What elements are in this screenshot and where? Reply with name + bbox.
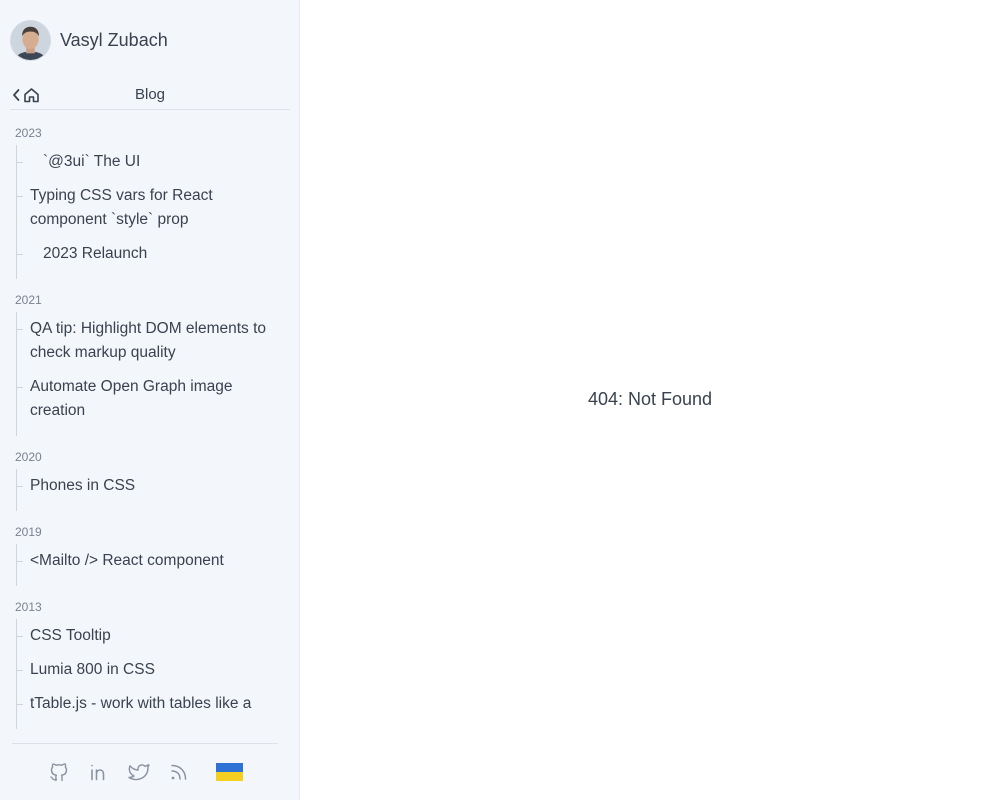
post-link[interactable]: 2023 Relaunch — [17, 237, 299, 271]
profile-link[interactable]: Vasyl Zubach — [10, 20, 168, 61]
post-list: 2023 `@3ui` The UI Typing CSS vars for Rea… — [0, 112, 299, 743]
post-link[interactable]: tTable.js - work with tables like a — [17, 687, 299, 721]
year-label: 2013 — [15, 600, 42, 614]
year-label: 2021 — [15, 293, 42, 307]
year-group: 2023 `@3ui` The UI Typing CSS vars for Rea… — [0, 125, 299, 279]
year-post-list: <Mailto /> React component — [16, 544, 299, 586]
nav-title: Blog — [134, 86, 166, 103]
rss-icon — [170, 764, 186, 780]
post-link[interactable]: CSS Tooltip — [17, 619, 299, 653]
github-link[interactable] — [48, 761, 70, 783]
post-link[interactable]: Typing CSS vars for React component `sty… — [17, 179, 299, 237]
year-label: 2019 — [15, 525, 42, 539]
year-group: 2013 CSS Tooltip Lumia 800 in CSS tTable.js… — [0, 599, 299, 729]
not-found-message: 404: Not Found — [587, 389, 713, 409]
github-icon — [49, 763, 67, 782]
avatar — [10, 20, 51, 61]
rss-link[interactable] — [168, 761, 190, 783]
sidebar-nav: Blog — [10, 84, 290, 110]
linkedin-icon — [90, 764, 104, 781]
main-content: 404: Not Found — [300, 0, 1000, 800]
year-group: 2019 <Mailto /> React component — [0, 524, 299, 586]
post-link[interactable]: Automate Open Graph image creation — [17, 370, 299, 428]
linkedin-link[interactable] — [88, 761, 110, 783]
year-post-list: Phones in CSS — [16, 469, 299, 511]
year-post-list: CSS Tooltip Lumia 800 in CSS tTable.js - w… — [16, 619, 299, 729]
post-link[interactable]: <Mailto /> React component — [17, 544, 299, 578]
twitter-link[interactable] — [127, 761, 150, 783]
profile-name: Vasyl Zubach — [60, 30, 168, 50]
sidebar-footer — [12, 743, 278, 800]
year-group: 2021 QA tip: Highlight DOM elements to ch… — [0, 292, 299, 436]
post-link[interactable]: Phones in CSS — [17, 469, 299, 503]
year-group: 2020 Phones in CSS — [0, 449, 299, 511]
year-label: 2020 — [15, 450, 42, 464]
twitter-icon — [127, 764, 150, 781]
ukraine-flag-icon[interactable] — [215, 763, 243, 781]
post-link[interactable]: Lumia 800 in CSS — [17, 653, 299, 687]
flag-stripe-yellow — [215, 772, 243, 781]
sidebar: Vasyl Zubach Blog 2023 `@3ui` The UI Typin… — [0, 0, 300, 800]
year-post-list: QA tip: Highlight DOM elements to check … — [16, 312, 299, 436]
year-label: 2023 — [15, 126, 42, 140]
post-link[interactable]: `@3ui` The UI — [17, 145, 299, 179]
flag-stripe-blue — [215, 763, 243, 772]
year-post-list: `@3ui` The UI Typing CSS vars for React c… — [16, 145, 299, 279]
post-link[interactable]: QA tip: Highlight DOM elements to check … — [17, 312, 299, 370]
